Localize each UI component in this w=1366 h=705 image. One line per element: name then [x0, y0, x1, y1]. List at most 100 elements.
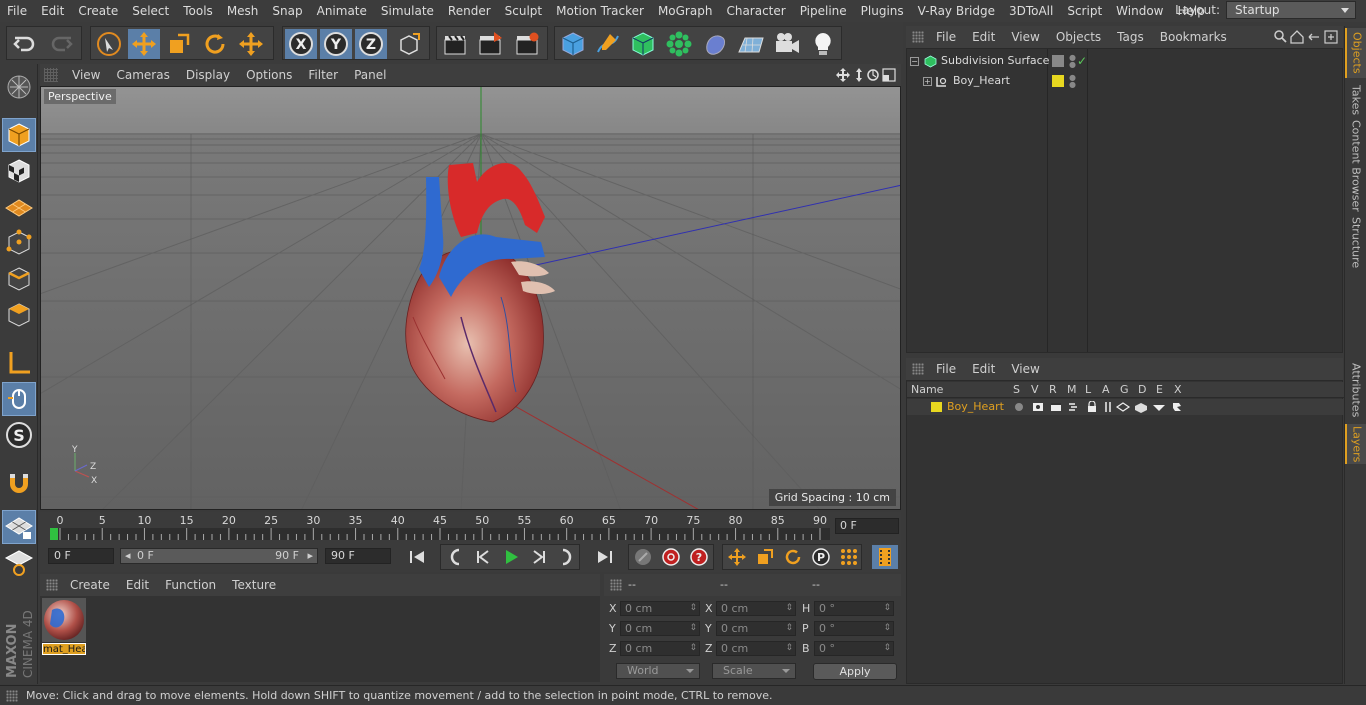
floor-button[interactable] — [735, 29, 767, 59]
object-name-boy-heart[interactable]: Boy_Heart — [953, 71, 1010, 91]
model-mode-button[interactable] — [2, 118, 36, 152]
light-button[interactable] — [807, 29, 839, 59]
tab-layers[interactable]: Layers — [1345, 424, 1366, 464]
deformer-button[interactable] — [699, 29, 731, 59]
menu-pipeline[interactable]: Pipeline — [793, 4, 854, 18]
panel-grip[interactable] — [46, 579, 58, 591]
recent-tool-button[interactable] — [235, 29, 267, 59]
viewport-menu-display[interactable]: Display — [178, 68, 238, 82]
tab-objects[interactable]: Objects — [1345, 28, 1366, 78]
autokey-button[interactable] — [658, 545, 684, 569]
redo-button[interactable] — [45, 29, 77, 59]
render-picture-viewer-button[interactable] — [474, 29, 506, 59]
layer-color-swatch[interactable] — [931, 402, 942, 412]
viewport-camera-label[interactable]: Perspective — [44, 89, 116, 104]
menu-mograph[interactable]: MoGraph — [651, 4, 720, 18]
points-mode-button[interactable] — [2, 226, 36, 260]
lm-menu-edit[interactable]: Edit — [964, 362, 1003, 376]
rot-b-field[interactable]: 0 ° — [814, 641, 894, 656]
material-name-label[interactable]: mat_Heart — [42, 643, 86, 655]
panel-grip[interactable] — [6, 690, 18, 702]
enabled-check-icon[interactable]: ✓ — [1077, 51, 1087, 71]
goto-end-button[interactable] — [592, 545, 618, 569]
viewport-nav-icons[interactable] — [835, 67, 897, 83]
tab-attributes[interactable]: Attributes — [1345, 360, 1366, 420]
om-menu-file[interactable]: File — [928, 30, 964, 44]
menu-mesh[interactable]: Mesh — [220, 4, 266, 18]
pen-spline-button[interactable] — [592, 29, 624, 59]
frame-range-slider[interactable]: ◂ 0 F 90 F ▸ — [120, 548, 318, 564]
tab-structure[interactable]: Structure — [1345, 214, 1366, 272]
prev-frame-button[interactable] — [470, 545, 496, 569]
viewport-menu-filter[interactable]: Filter — [300, 68, 346, 82]
object-row-subdivision-surface[interactable]: − Subdivision Surface ● ● ✓ — [907, 51, 1344, 71]
timeline-ruler[interactable]: 0 5 10 15 20 25 30 35 40 45 50 55 60 65 70 75 80 85 90 0 F — [40, 512, 901, 542]
viewport-menu-options[interactable]: Options — [238, 68, 300, 82]
layer-flag-icons[interactable] — [1013, 401, 1193, 413]
col-generators[interactable]: G — [1120, 382, 1129, 398]
texture-mode-button[interactable] — [2, 154, 36, 188]
make-editable-button[interactable] — [2, 70, 36, 104]
object-row-boy-heart[interactable]: + Boy_Heart ● ● — [907, 71, 1344, 91]
key-parameter-button[interactable]: P — [808, 545, 834, 569]
tweak-mode-button[interactable] — [2, 382, 36, 416]
layer-row-boy-heart[interactable]: Boy_Heart — [907, 399, 1344, 415]
cube-button[interactable] — [557, 29, 589, 59]
size-z-field[interactable]: 0 cm — [716, 641, 796, 656]
edges-mode-button[interactable] — [2, 262, 36, 296]
size-x-field[interactable]: 0 cm — [716, 601, 796, 616]
tab-content-browser[interactable]: Content Browser — [1345, 120, 1366, 212]
layer-color-none[interactable] — [1052, 55, 1064, 67]
key-scale-button[interactable] — [752, 545, 778, 569]
menu-script[interactable]: Script — [1060, 4, 1109, 18]
menu-character[interactable]: Character — [719, 4, 792, 18]
panel-grip[interactable] — [610, 579, 622, 591]
keyframe-selection-button[interactable]: ? — [686, 545, 712, 569]
x-axis-button[interactable]: X — [285, 29, 317, 59]
col-view[interactable]: V — [1031, 382, 1039, 398]
lm-menu-view[interactable]: View — [1003, 362, 1047, 376]
layout-select[interactable]: Startup — [1226, 1, 1356, 19]
col-solo[interactable]: S — [1013, 382, 1020, 398]
live-selection-button[interactable] — [93, 29, 125, 59]
subdivision-surface-button[interactable] — [627, 29, 659, 59]
menu-select[interactable]: Select — [125, 4, 176, 18]
key-rotation-button[interactable] — [780, 545, 806, 569]
menu-edit[interactable]: Edit — [34, 4, 71, 18]
menu-file[interactable]: File — [0, 4, 34, 18]
goto-start-button[interactable] — [404, 545, 430, 569]
material-menu-create[interactable]: Create — [62, 578, 118, 592]
material-menu-edit[interactable]: Edit — [118, 578, 157, 592]
col-xref[interactable]: X — [1174, 382, 1182, 398]
key-pla-button[interactable] — [836, 545, 862, 569]
menu-create[interactable]: Create — [71, 4, 125, 18]
timeline-window-button[interactable] — [872, 545, 898, 569]
material-preview[interactable] — [42, 598, 86, 642]
cloner-button[interactable] — [663, 29, 695, 59]
y-axis-button[interactable]: Y — [320, 29, 352, 59]
panel-grip[interactable] — [912, 363, 924, 375]
viewport-menu-panel[interactable]: Panel — [346, 68, 394, 82]
om-menu-view[interactable]: View — [1003, 30, 1047, 44]
col-name[interactable]: Name — [911, 382, 943, 398]
size-y-field[interactable]: 0 cm — [716, 621, 796, 636]
solo-mode-button[interactable]: S — [2, 418, 36, 452]
col-deformers[interactable]: D — [1138, 382, 1146, 398]
render-settings-button[interactable] — [511, 29, 543, 59]
om-menu-bookmarks[interactable]: Bookmarks — [1152, 30, 1235, 44]
layer-name[interactable]: Boy_Heart — [947, 399, 1004, 415]
polygons-mode-button[interactable] — [2, 298, 36, 332]
tab-takes[interactable]: Takes — [1345, 82, 1366, 118]
coordinate-mode-dropdown[interactable]: World — [616, 663, 700, 679]
pos-x-field[interactable]: 0 cm — [620, 601, 700, 616]
om-menu-edit[interactable]: Edit — [964, 30, 1003, 44]
menu-simulate[interactable]: Simulate — [374, 4, 441, 18]
coordinate-system-button[interactable] — [393, 29, 425, 59]
collapse-toggle[interactable]: − — [910, 57, 919, 66]
menu-motion-tracker[interactable]: Motion Tracker — [549, 4, 651, 18]
heart-model[interactable] — [405, 163, 555, 423]
record-active-button[interactable] — [630, 545, 656, 569]
workplane-lock-button[interactable] — [2, 510, 36, 544]
pos-y-field[interactable]: 0 cm — [620, 621, 700, 636]
col-expressions[interactable]: E — [1156, 382, 1163, 398]
